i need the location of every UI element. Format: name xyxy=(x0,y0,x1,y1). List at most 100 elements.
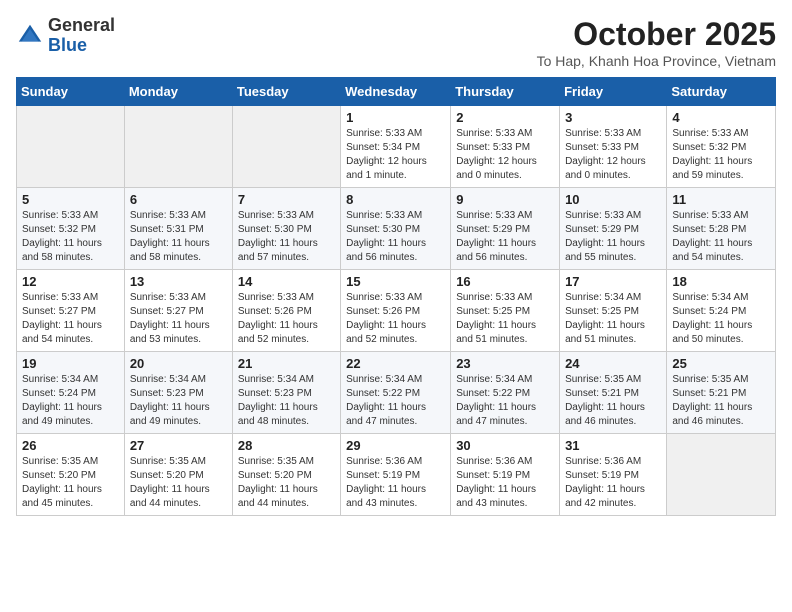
day-info: Sunrise: 5:34 AM Sunset: 5:24 PM Dayligh… xyxy=(672,291,770,347)
calendar-cell: 3 Sunrise: 5:33 AM Sunset: 5:33 PM Daylig… xyxy=(560,106,667,188)
calendar-week-row: 5Sunrise: 5:33 AM Sunset: 5:32 PM Daylig… xyxy=(17,188,776,270)
month-title: October 2025 xyxy=(537,16,776,53)
day-info: Sunrise: 5:33 AM Sunset: 5:32 PM Dayligh… xyxy=(22,209,119,265)
calendar-cell: 19Sunrise: 5:34 AM Sunset: 5:24 PM Dayli… xyxy=(17,352,125,434)
day-number: 27 xyxy=(130,438,227,453)
day-number: 12 xyxy=(22,274,119,289)
weekday-header: Saturday xyxy=(667,78,776,106)
logo-icon xyxy=(16,22,44,50)
day-info: Sunrise: 5:36 AM Sunset: 5:19 PM Dayligh… xyxy=(346,455,445,511)
day-number: 7 xyxy=(238,192,335,207)
calendar-cell: 7 Sunrise: 5:33 AM Sunset: 5:30 PM Daylig… xyxy=(232,188,340,270)
day-number: 9 xyxy=(456,192,554,207)
calendar-cell: 2 Sunrise: 5:33 AM Sunset: 5:33 PM Daylig… xyxy=(451,106,560,188)
calendar-cell: 9 Sunrise: 5:33 AM Sunset: 5:29 PM Daylig… xyxy=(451,188,560,270)
day-info: Sunrise: 5:35 AM Sunset: 5:20 PM Dayligh… xyxy=(130,455,227,511)
calendar-cell: 5Sunrise: 5:33 AM Sunset: 5:32 PM Daylig… xyxy=(17,188,125,270)
calendar-cell: 10 Sunrise: 5:33 AM Sunset: 5:29 PM Dayli… xyxy=(560,188,667,270)
day-number: 8 xyxy=(346,192,445,207)
calendar-week-row: 12 Sunrise: 5:33 AM Sunset: 5:27 PM Dayli… xyxy=(17,270,776,352)
location: To Hap, Khanh Hoa Province, Vietnam xyxy=(537,53,776,69)
day-number: 15 xyxy=(346,274,445,289)
calendar-cell: 11 Sunrise: 5:33 AM Sunset: 5:28 PM Dayli… xyxy=(667,188,776,270)
day-info: Sunrise: 5:33 AM Sunset: 5:28 PM Dayligh… xyxy=(672,209,770,265)
calendar-cell xyxy=(667,434,776,516)
day-info: Sunrise: 5:34 AM Sunset: 5:25 PM Dayligh… xyxy=(565,291,661,347)
day-info: Sunrise: 5:33 AM Sunset: 5:29 PM Dayligh… xyxy=(456,209,554,265)
day-number: 31 xyxy=(565,438,661,453)
day-info: Sunrise: 5:33 AM Sunset: 5:25 PM Dayligh… xyxy=(456,291,554,347)
weekday-header: Tuesday xyxy=(232,78,340,106)
day-info: Sunrise: 5:33 AM Sunset: 5:33 PM Dayligh… xyxy=(565,127,661,183)
logo: General Blue xyxy=(16,16,115,56)
calendar-cell: 13Sunrise: 5:33 AM Sunset: 5:27 PM Dayli… xyxy=(124,270,232,352)
day-info: Sunrise: 5:35 AM Sunset: 5:20 PM Dayligh… xyxy=(22,455,119,511)
page-header: General Blue October 2025 To Hap, Khanh … xyxy=(16,16,776,69)
calendar-cell: 29 Sunrise: 5:36 AM Sunset: 5:19 PM Dayli… xyxy=(341,434,451,516)
calendar-cell: 15 Sunrise: 5:33 AM Sunset: 5:26 PM Dayli… xyxy=(341,270,451,352)
calendar-cell xyxy=(124,106,232,188)
day-info: Sunrise: 5:34 AM Sunset: 5:23 PM Dayligh… xyxy=(130,373,227,429)
calendar-cell: 30Sunrise: 5:36 AM Sunset: 5:19 PM Dayli… xyxy=(451,434,560,516)
calendar-cell xyxy=(17,106,125,188)
calendar-cell xyxy=(232,106,340,188)
logo-text: General Blue xyxy=(48,16,115,56)
day-info: Sunrise: 5:35 AM Sunset: 5:21 PM Dayligh… xyxy=(672,373,770,429)
day-info: Sunrise: 5:34 AM Sunset: 5:24 PM Dayligh… xyxy=(22,373,119,429)
day-number: 2 xyxy=(456,110,554,125)
weekday-header: Wednesday xyxy=(341,78,451,106)
calendar-cell: 23 Sunrise: 5:34 AM Sunset: 5:22 PM Dayli… xyxy=(451,352,560,434)
calendar-cell: 25 Sunrise: 5:35 AM Sunset: 5:21 PM Dayli… xyxy=(667,352,776,434)
calendar-cell: 20 Sunrise: 5:34 AM Sunset: 5:23 PM Dayli… xyxy=(124,352,232,434)
day-info: Sunrise: 5:36 AM Sunset: 5:19 PM Dayligh… xyxy=(565,455,661,511)
calendar-cell: 6 Sunrise: 5:33 AM Sunset: 5:31 PM Daylig… xyxy=(124,188,232,270)
day-number: 22 xyxy=(346,356,445,371)
calendar-cell: 28 Sunrise: 5:35 AM Sunset: 5:20 PM Dayli… xyxy=(232,434,340,516)
calendar-week-row: 1Sunrise: 5:33 AM Sunset: 5:34 PM Daylig… xyxy=(17,106,776,188)
calendar-cell: 16Sunrise: 5:33 AM Sunset: 5:25 PM Dayli… xyxy=(451,270,560,352)
day-number: 14 xyxy=(238,274,335,289)
calendar-cell: 1Sunrise: 5:33 AM Sunset: 5:34 PM Daylig… xyxy=(341,106,451,188)
day-number: 11 xyxy=(672,192,770,207)
calendar-cell: 14 Sunrise: 5:33 AM Sunset: 5:26 PM Dayli… xyxy=(232,270,340,352)
day-info: Sunrise: 5:33 AM Sunset: 5:32 PM Dayligh… xyxy=(672,127,770,183)
calendar-cell: 12Sunrise: 5:33 AM Sunset: 5:27 PM Dayli… xyxy=(17,270,125,352)
calendar-cell: 24 Sunrise: 5:35 AM Sunset: 5:21 PM Dayli… xyxy=(560,352,667,434)
calendar-cell: 8 Sunrise: 5:33 AM Sunset: 5:30 PM Daylig… xyxy=(341,188,451,270)
day-info: Sunrise: 5:34 AM Sunset: 5:23 PM Dayligh… xyxy=(238,373,335,429)
weekday-header: Thursday xyxy=(451,78,560,106)
day-info: Sunrise: 5:33 AM Sunset: 5:30 PM Dayligh… xyxy=(238,209,335,265)
day-number: 23 xyxy=(456,356,554,371)
day-number: 6 xyxy=(130,192,227,207)
day-info: Sunrise: 5:33 AM Sunset: 5:26 PM Dayligh… xyxy=(346,291,445,347)
day-info: Sunrise: 5:33 AM Sunset: 5:27 PM Dayligh… xyxy=(130,291,227,347)
calendar-cell: 26 Sunrise: 5:35 AM Sunset: 5:20 PM Dayli… xyxy=(17,434,125,516)
day-info: Sunrise: 5:34 AM Sunset: 5:22 PM Dayligh… xyxy=(456,373,554,429)
day-number: 25 xyxy=(672,356,770,371)
calendar-cell: 22Sunrise: 5:34 AM Sunset: 5:22 PM Dayli… xyxy=(341,352,451,434)
day-number: 4 xyxy=(672,110,770,125)
day-info: Sunrise: 5:35 AM Sunset: 5:20 PM Dayligh… xyxy=(238,455,335,511)
day-number: 3 xyxy=(565,110,661,125)
day-info: Sunrise: 5:33 AM Sunset: 5:30 PM Dayligh… xyxy=(346,209,445,265)
day-number: 20 xyxy=(130,356,227,371)
day-number: 24 xyxy=(565,356,661,371)
day-info: Sunrise: 5:33 AM Sunset: 5:33 PM Dayligh… xyxy=(456,127,554,183)
day-number: 10 xyxy=(565,192,661,207)
title-block: October 2025 To Hap, Khanh Hoa Province,… xyxy=(537,16,776,69)
calendar-cell: 21Sunrise: 5:34 AM Sunset: 5:23 PM Dayli… xyxy=(232,352,340,434)
day-info: Sunrise: 5:33 AM Sunset: 5:31 PM Dayligh… xyxy=(130,209,227,265)
day-number: 28 xyxy=(238,438,335,453)
day-info: Sunrise: 5:33 AM Sunset: 5:29 PM Dayligh… xyxy=(565,209,661,265)
day-info: Sunrise: 5:35 AM Sunset: 5:21 PM Dayligh… xyxy=(565,373,661,429)
calendar-week-row: 26 Sunrise: 5:35 AM Sunset: 5:20 PM Dayli… xyxy=(17,434,776,516)
calendar-cell: 4 Sunrise: 5:33 AM Sunset: 5:32 PM Daylig… xyxy=(667,106,776,188)
logo-blue: Blue xyxy=(48,35,87,55)
calendar-cell: 17Sunrise: 5:34 AM Sunset: 5:25 PM Dayli… xyxy=(560,270,667,352)
calendar-cell: 18Sunrise: 5:34 AM Sunset: 5:24 PM Dayli… xyxy=(667,270,776,352)
day-info: Sunrise: 5:33 AM Sunset: 5:26 PM Dayligh… xyxy=(238,291,335,347)
day-number: 26 xyxy=(22,438,119,453)
weekday-header: Sunday xyxy=(17,78,125,106)
day-number: 29 xyxy=(346,438,445,453)
logo-general: General xyxy=(48,15,115,35)
